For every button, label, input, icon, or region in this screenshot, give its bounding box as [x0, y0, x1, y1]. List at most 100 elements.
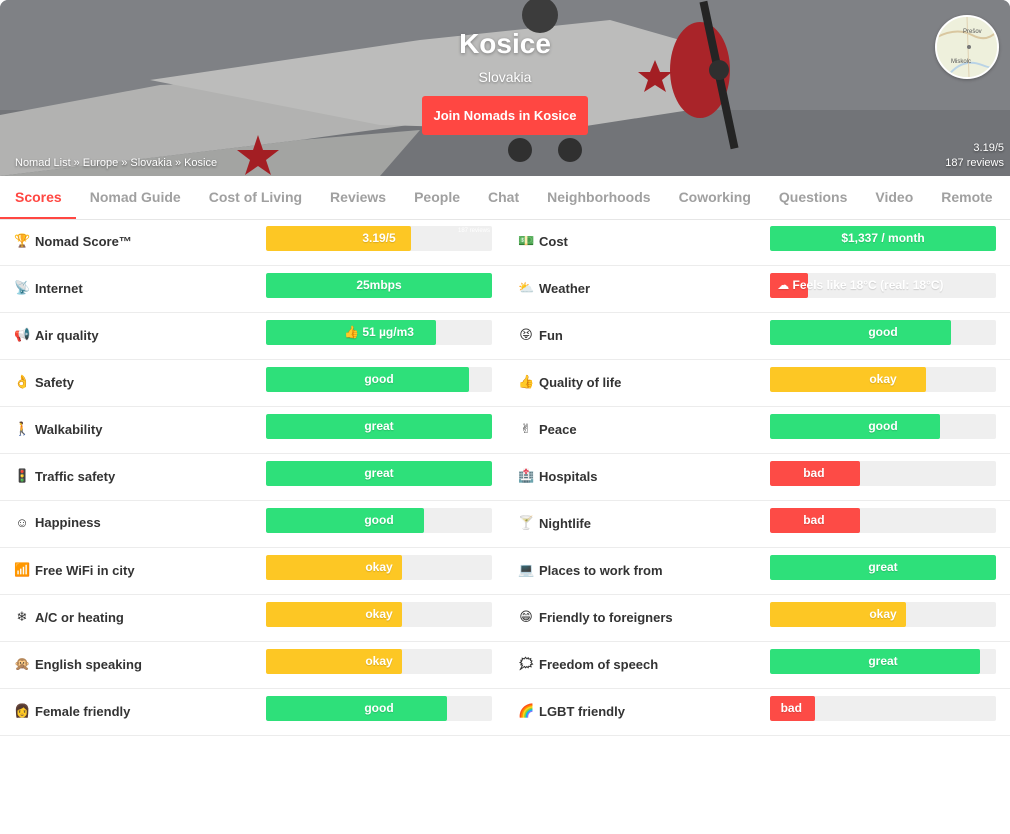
- tab-reviews[interactable]: Reviews: [316, 176, 400, 219]
- score-label: 👩 Female friendly: [14, 703, 130, 719]
- score-bar[interactable]: okay: [770, 602, 996, 627]
- score-label-text: English speaking: [35, 656, 142, 672]
- score-happiness: ☺ Happiness good: [0, 501, 504, 547]
- score-value: okay: [365, 654, 393, 668]
- score-bar[interactable]: great: [770, 555, 996, 580]
- score-label-text: Weather: [539, 280, 591, 296]
- breadcrumb-nomad-list[interactable]: Nomad List: [15, 157, 71, 169]
- score-label: 🙊 English speaking: [14, 656, 142, 672]
- hero-overlay: [0, 0, 1010, 176]
- score-bar[interactable]: okay: [770, 367, 996, 392]
- traffic-light-icon: 🚦: [14, 468, 31, 483]
- cocktail-icon: 🍸: [518, 515, 535, 530]
- score-bar[interactable]: good: [770, 414, 996, 439]
- score-bar[interactable]: good: [266, 367, 492, 392]
- score-label: 🗯 Freedom of speech: [518, 656, 658, 672]
- tab-cost-of-living[interactable]: Cost of Living: [195, 176, 316, 219]
- city-title: Kosice: [459, 28, 551, 59]
- hospital-icon: 🏥: [518, 468, 535, 483]
- score-label-text: Hospitals: [539, 468, 598, 484]
- monkey-icon: 🙊: [14, 656, 31, 671]
- score-label: 📡 Internet: [14, 280, 83, 296]
- map-label-presov: Prešov: [963, 29, 982, 35]
- tab-questions[interactable]: Questions: [765, 176, 861, 219]
- score-bar[interactable]: great: [266, 461, 492, 486]
- score-value: good: [364, 701, 394, 715]
- tab-remote[interactable]: Remote: [927, 176, 1006, 219]
- score-label: 💻 Places to work from: [518, 562, 663, 578]
- score-bar[interactable]: good: [770, 320, 996, 345]
- score-fun: 😝 Fun good: [504, 313, 1010, 359]
- score-bar[interactable]: great: [770, 649, 996, 674]
- money-icon: 💵: [518, 233, 535, 248]
- score-bar[interactable]: great: [266, 414, 492, 439]
- score-weather: ⛅ Weather ☁ Feels like 18°C (real: 18°C): [504, 266, 1010, 312]
- score-safety: 👌 Safety good: [0, 360, 504, 406]
- tab-scores[interactable]: Scores: [0, 176, 76, 219]
- smile-icon: ☺: [15, 515, 29, 530]
- breadcrumb-slovakia[interactable]: Slovakia: [130, 157, 172, 169]
- score-bar[interactable]: bad: [770, 696, 996, 721]
- score-label: ✌ Peace: [518, 421, 577, 437]
- score-label: 👍 Quality of life: [518, 374, 621, 390]
- score-bar[interactable]: good: [266, 508, 492, 533]
- score-label: 👌 Safety: [14, 374, 74, 390]
- breadcrumb-kosice[interactable]: Kosice: [184, 157, 217, 169]
- score-label-text: Happiness: [35, 515, 101, 530]
- score-bar[interactable]: 3.19/5 187 reviews: [266, 226, 492, 251]
- hero-banner: Kosice Slovakia Join Nomads in Kosice No…: [0, 0, 1010, 176]
- tab-neighborhoods[interactable]: Neighborhoods: [533, 176, 664, 219]
- score-bar[interactable]: okay: [266, 555, 492, 580]
- score-value: bad: [803, 513, 825, 527]
- tab-people[interactable]: People: [400, 176, 474, 219]
- score-bar[interactable]: bad: [770, 461, 996, 486]
- score-value: ☁ Feels like 18°C (real: 18°C): [777, 278, 944, 292]
- score-walkability: 🚶 Walkability great: [0, 407, 504, 453]
- breadcrumb-separator: »: [174, 157, 182, 169]
- score-bar[interactable]: $1,337 / month: [770, 226, 996, 251]
- score-label: 🚦 Traffic safety: [14, 468, 115, 484]
- score-label-text: Peace: [539, 421, 577, 437]
- score-value: great: [868, 654, 898, 668]
- score-value: good: [364, 372, 394, 386]
- hero-score: 3.19/5 187 reviews: [945, 141, 1004, 171]
- walking-person-icon: 🚶: [14, 421, 31, 436]
- score-bar[interactable]: 👍 51 µg/m3: [266, 320, 492, 345]
- mini-map[interactable]: Prešov Miskolc: [935, 15, 999, 79]
- score-friendly-to-foreigners: 😁 Friendly to foreigners okay: [504, 595, 1010, 641]
- score-bar[interactable]: good: [266, 696, 492, 721]
- score-label: 📢 Air quality: [14, 327, 99, 343]
- score-row: 👌 Safety good 👍 Quality of life okay: [0, 360, 1010, 407]
- trophy-icon: 🏆: [14, 233, 31, 248]
- score-label-text: Freedom of speech: [539, 656, 659, 672]
- score-label: 🚶 Walkability: [14, 421, 102, 437]
- score-label: ⛅ Weather: [518, 280, 590, 296]
- score-label: 🌈 LGBT friendly: [518, 703, 625, 719]
- sun-cloud-icon: ⛅: [518, 280, 535, 295]
- score-hospitals: 🏥 Hospitals bad: [504, 454, 1010, 500]
- tab-coworking[interactable]: Coworking: [665, 176, 765, 219]
- score-row: 🚶 Walkability great ✌ Peace good: [0, 407, 1010, 454]
- score-bar[interactable]: okay: [266, 602, 492, 627]
- score-bar[interactable]: ☁ Feels like 18°C (real: 18°C): [770, 273, 996, 298]
- score-label-text: Quality of life: [539, 374, 622, 390]
- score-value: great: [868, 560, 898, 574]
- map-graphic: Prešov Miskolc: [937, 17, 997, 77]
- tab-chat[interactable]: Chat: [474, 176, 533, 219]
- score-bar[interactable]: bad: [770, 508, 996, 533]
- snowflake-icon: ❄: [16, 609, 28, 624]
- speech-icon: 🗯: [518, 656, 535, 671]
- score-traffic-safety: 🚦 Traffic safety great: [0, 454, 504, 500]
- map-label-miskolc: Miskolc: [951, 59, 971, 65]
- country-name: Slovakia: [478, 69, 532, 85]
- join-nomads-button[interactable]: Join Nomads in Kosice: [422, 96, 588, 135]
- score-value: great: [364, 419, 394, 433]
- tab-video[interactable]: Video: [861, 176, 927, 219]
- score-label-text: A/C or heating: [35, 609, 124, 625]
- score-bar[interactable]: 25mbps: [266, 273, 492, 298]
- score-bar[interactable]: okay: [266, 649, 492, 674]
- peace-hand-icon: ✌: [520, 421, 532, 436]
- tab-nomad-guide[interactable]: Nomad Guide: [76, 176, 195, 219]
- score-label: ❄ A/C or heating: [14, 609, 124, 625]
- breadcrumb-europe[interactable]: Europe: [83, 157, 118, 169]
